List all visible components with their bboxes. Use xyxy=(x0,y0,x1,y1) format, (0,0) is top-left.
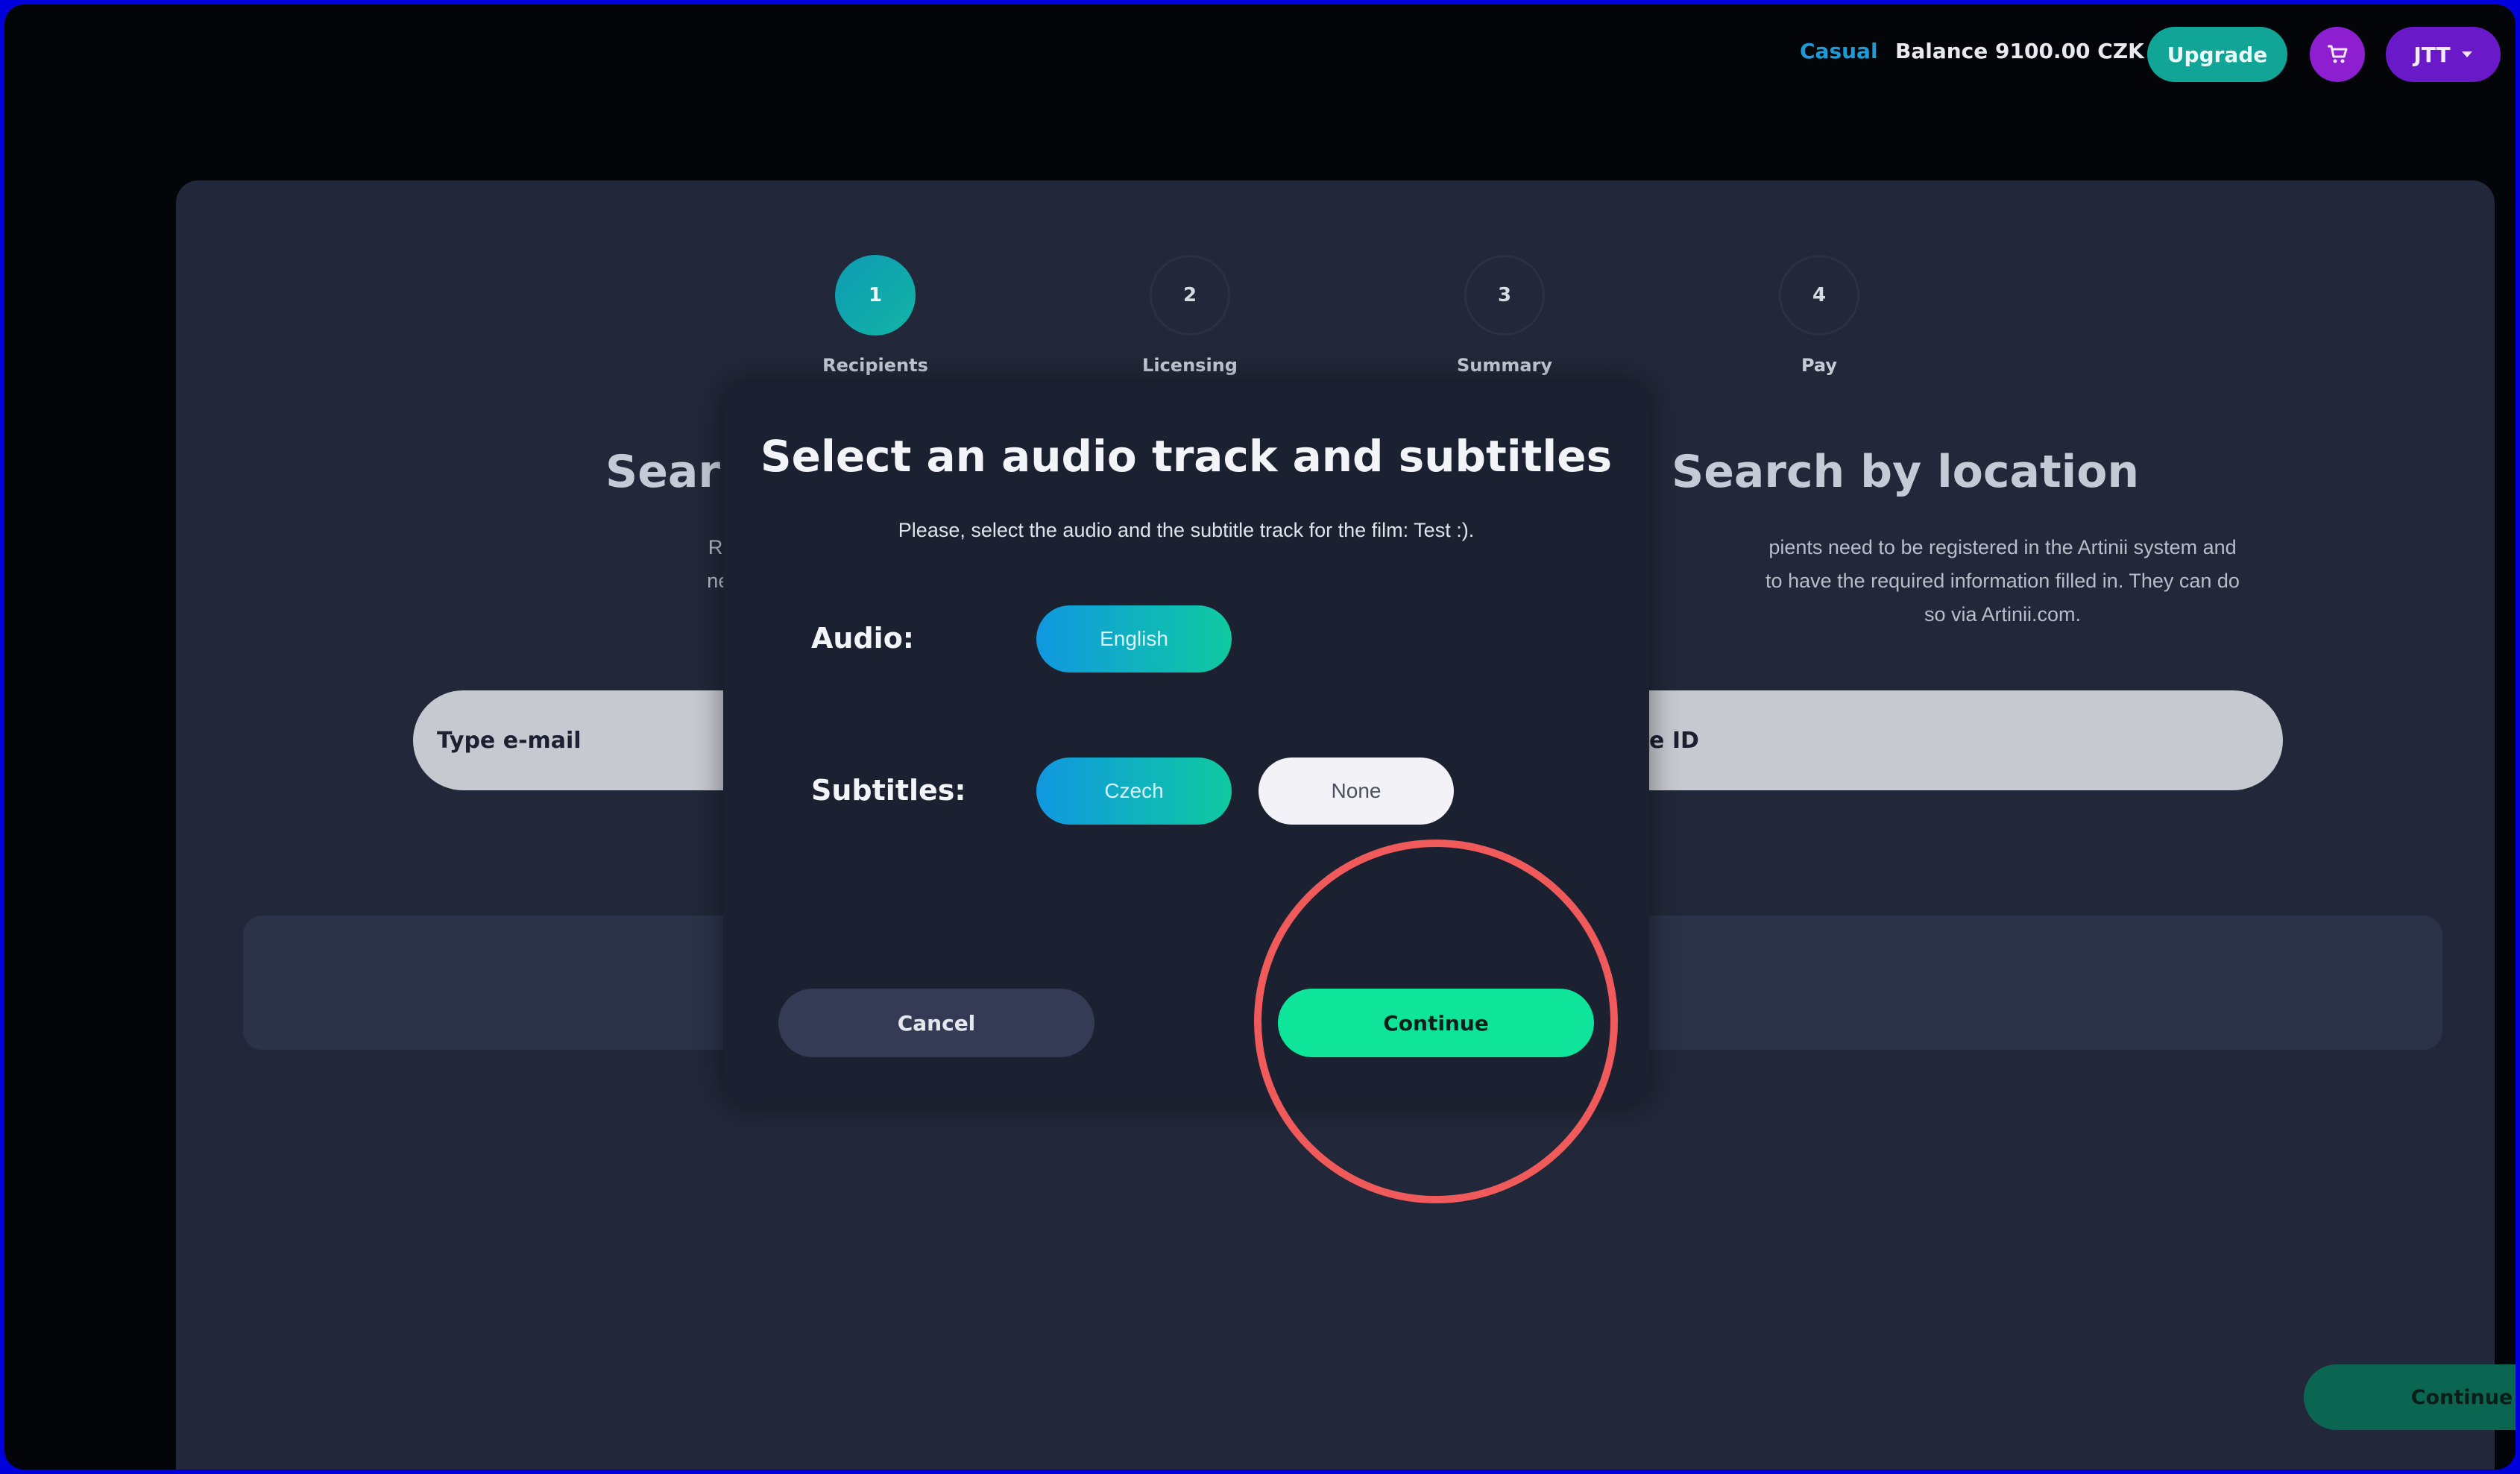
location-description: pients need to be registered in the Arti… xyxy=(1637,531,2368,632)
continue-button[interactable]: Continue xyxy=(1278,989,1594,1057)
step-number: 4 xyxy=(1779,255,1859,336)
audio-label: Audio: xyxy=(811,622,914,655)
dialog-title: Select an audio track and subtitles xyxy=(760,431,1613,482)
user-menu-button[interactable]: JTT xyxy=(2386,27,2501,82)
step-label: Recipients xyxy=(822,355,928,376)
step-label: Summary xyxy=(1456,355,1553,376)
cart-icon xyxy=(2328,45,2348,63)
search-by-location-title: Search by location xyxy=(1672,446,2140,498)
page-continue-button[interactable]: Continue xyxy=(2304,1364,2516,1430)
subtitle-option-none[interactable]: None xyxy=(1259,758,1454,825)
step-number: 3 xyxy=(1464,255,1545,336)
audio-subtitles-dialog: Select an audio track and subtitles Plea… xyxy=(723,382,1649,1105)
dialog-description: Please, select the audio and the subtitl… xyxy=(898,519,1475,541)
step-pay[interactable]: 4 Pay xyxy=(1745,255,1894,376)
cart-button[interactable] xyxy=(2310,27,2365,82)
subtitles-label: Subtitles: xyxy=(811,774,966,807)
step-number: 1 xyxy=(835,255,916,336)
cancel-button[interactable]: Cancel xyxy=(778,989,1094,1057)
step-summary[interactable]: 3 Summary xyxy=(1430,255,1579,376)
location-description-line: to have the required information filled … xyxy=(1765,570,2240,592)
place-id-input[interactable]: r place ID xyxy=(1578,690,2283,790)
caret-down-icon xyxy=(2461,51,2472,57)
step-label: Pay xyxy=(1801,355,1838,376)
search-by-email-title: Sear xyxy=(605,446,720,498)
step-label: Licensing xyxy=(1142,355,1238,376)
balance-label: Balance 9100.00 CZK xyxy=(1895,39,2144,63)
user-initials: JTT xyxy=(2413,42,2451,67)
plan-tier-label: Casual xyxy=(1800,39,1878,63)
step-recipients[interactable]: 1 Recipients xyxy=(801,255,950,376)
upgrade-button[interactable]: Upgrade xyxy=(2147,27,2287,82)
step-licensing[interactable]: 2 Licensing xyxy=(1115,255,1264,376)
location-description-line: pients need to be registered in the Arti… xyxy=(1768,536,2237,558)
app-window: Casual Balance 9100.00 CZK Upgrade JTT 1… xyxy=(4,4,2516,1470)
step-number: 2 xyxy=(1150,255,1230,336)
subtitle-option-czech[interactable]: Czech xyxy=(1036,758,1232,825)
location-description-line: so via Artinii.com. xyxy=(1924,603,2082,626)
audio-option-english[interactable]: English xyxy=(1036,605,1232,673)
